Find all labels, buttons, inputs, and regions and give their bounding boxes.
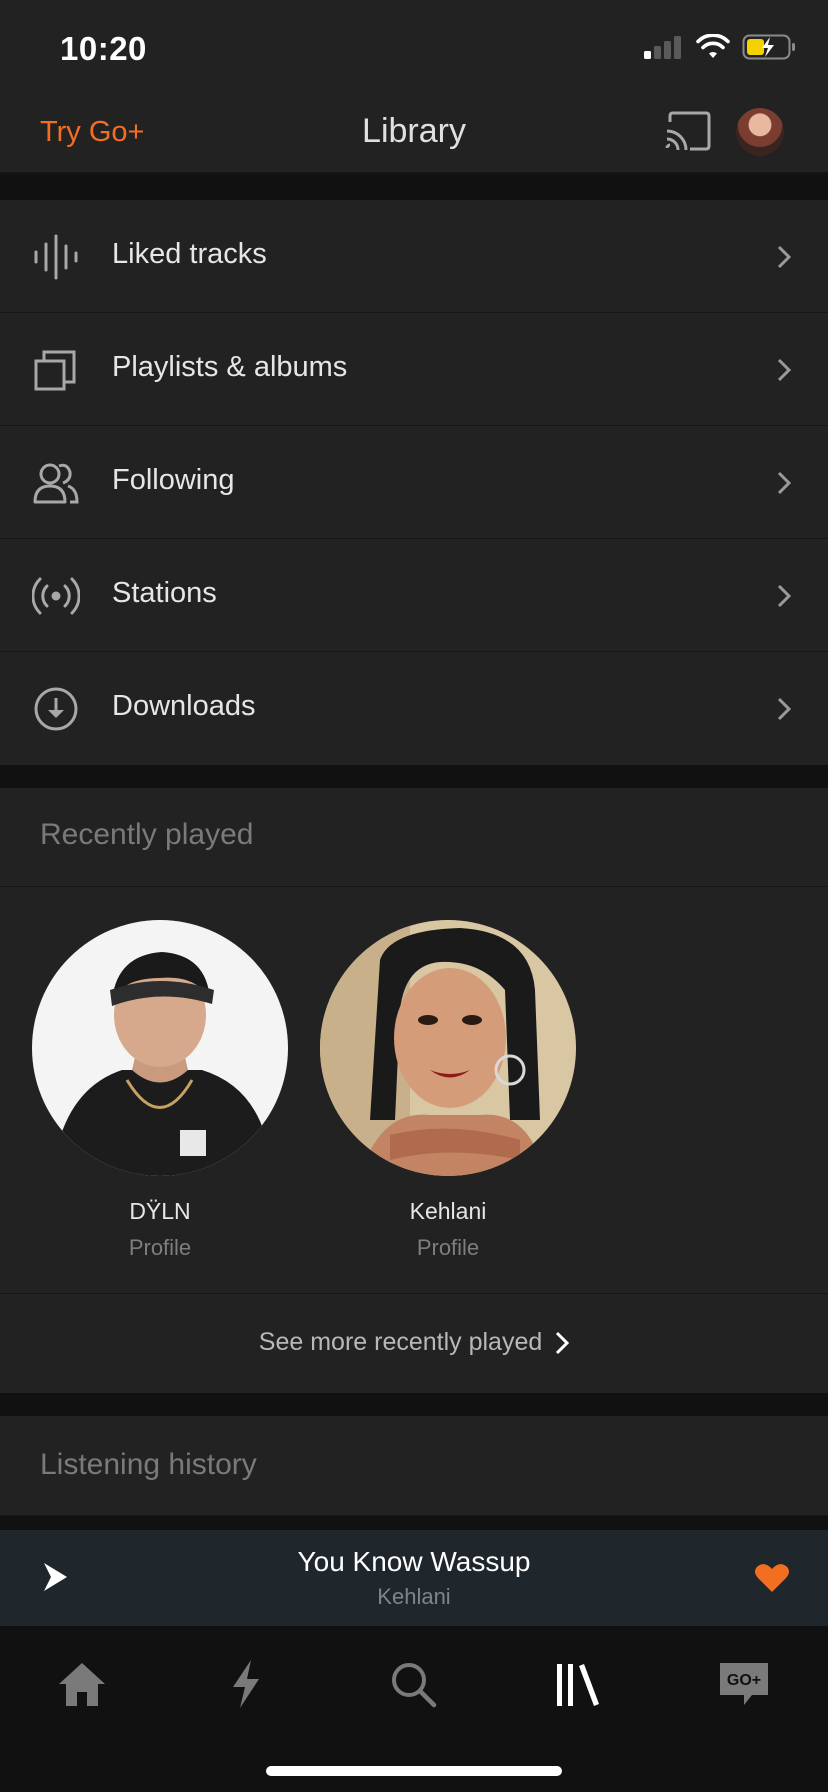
- chevron-right-icon: [777, 471, 792, 495]
- chevron-right-icon: [556, 1332, 570, 1355]
- menu-item-label: Downloads: [112, 690, 256, 722]
- chevron-right-icon: [777, 358, 792, 382]
- waveform-icon: [34, 234, 78, 280]
- cast-button[interactable]: [664, 110, 712, 152]
- see-more-recently-played-link[interactable]: See more recently played: [0, 1328, 828, 1357]
- people-icon: [33, 463, 79, 504]
- mini-player[interactable]: You Know Wassup Kehlani: [0, 1530, 828, 1626]
- tab-library[interactable]: [538, 1654, 618, 1714]
- tab-stream[interactable]: [206, 1654, 286, 1714]
- lightning-icon: [233, 1660, 259, 1708]
- artist-photo: [320, 920, 576, 1176]
- status-time: 10:20: [60, 30, 147, 67]
- menu-item-label: Following: [112, 464, 235, 496]
- recent-item-kehlani[interactable]: Kehlani Profile: [320, 920, 576, 1261]
- track-artist: Kehlani: [377, 1584, 451, 1609]
- recent-item-name: Kehlani: [409, 1198, 487, 1224]
- status-icons: [644, 34, 796, 60]
- tab-go-plus[interactable]: GO+: [704, 1654, 784, 1714]
- library-menu: Liked tracks Playlists & albums Followin…: [0, 200, 828, 765]
- chevron-right-icon: [777, 697, 792, 721]
- menu-item-playlists-albums[interactable]: Playlists & albums: [0, 313, 828, 426]
- cast-icon: [665, 111, 711, 151]
- divider: [0, 1293, 828, 1294]
- go-plus-icon: GO+: [720, 1663, 768, 1705]
- menu-item-following[interactable]: Following: [0, 426, 828, 539]
- library-icon: [557, 1664, 599, 1706]
- recent-item-dyln[interactable]: DŸLN Profile: [32, 920, 288, 1261]
- heart-icon[interactable]: [754, 1562, 790, 1594]
- menu-item-label: Stations: [112, 577, 217, 609]
- recent-item-name: DŸLN: [129, 1198, 191, 1224]
- menu-item-stations[interactable]: Stations: [0, 539, 828, 652]
- status-bar: 10:20: [0, 0, 828, 96]
- recent-item-type: Profile: [416, 1235, 480, 1260]
- battery-charging-icon: [742, 34, 795, 60]
- menu-item-liked-tracks[interactable]: Liked tracks: [0, 200, 828, 313]
- divider: [0, 886, 828, 887]
- tab-search[interactable]: [373, 1654, 453, 1714]
- cellular-signal-icon: [644, 36, 681, 59]
- recently-played-heading: Recently played: [40, 818, 254, 851]
- listening-history-heading: Listening history: [40, 1448, 257, 1481]
- tab-home[interactable]: [42, 1654, 122, 1714]
- search-icon: [392, 1663, 437, 1708]
- chevron-right-icon: [777, 245, 792, 269]
- home-indicator: [266, 1766, 562, 1776]
- wifi-icon: [696, 34, 730, 58]
- track-title: You Know Wassup: [297, 1546, 531, 1577]
- artist-photo: [32, 920, 288, 1176]
- recently-played-section: Recently played DŸLN Profile Kehlani Pro…: [0, 788, 828, 1393]
- download-icon: [34, 687, 78, 731]
- svg-text:GO+: GO+: [727, 1672, 761, 1689]
- recent-item-type: Profile: [128, 1235, 192, 1260]
- header: Try Go+ Library: [0, 96, 828, 174]
- stacked-squares-icon: [34, 350, 76, 391]
- broadcast-icon: [32, 577, 80, 615]
- user-avatar[interactable]: [736, 108, 784, 156]
- divider: [0, 1515, 828, 1516]
- listening-history-section: Listening history: [0, 1416, 828, 1516]
- menu-item-downloads[interactable]: Downloads: [0, 652, 828, 765]
- menu-item-label: Playlists & albums: [112, 351, 348, 383]
- home-icon: [59, 1663, 105, 1706]
- menu-item-label: Liked tracks: [112, 238, 267, 270]
- see-more-label: See more recently played: [258, 1328, 543, 1356]
- chevron-right-icon: [777, 584, 792, 608]
